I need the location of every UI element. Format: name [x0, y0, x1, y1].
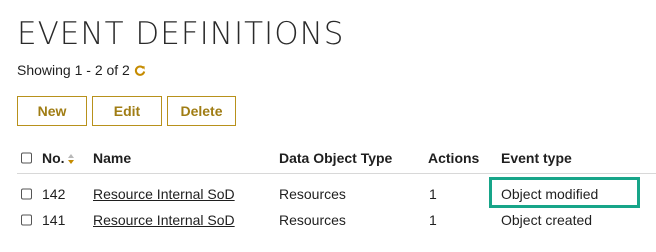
row-number: 141 — [42, 212, 66, 228]
toolbar: New Edit Delete — [17, 96, 236, 126]
column-header-name[interactable]: Name — [93, 150, 131, 166]
row-data-object-type: Resources — [279, 212, 346, 228]
page-title: EVENT DEFINITIONS — [17, 16, 345, 52]
result-count: Showing 1 - 2 of 2 — [17, 62, 146, 78]
row-event-type: Object modified — [501, 186, 599, 202]
delete-button[interactable]: Delete — [167, 96, 236, 126]
row-data-object-type: Resources — [279, 186, 346, 202]
column-header-data-object-type[interactable]: Data Object Type — [279, 150, 392, 166]
row-actions-count: 1 — [429, 212, 437, 228]
row-event-type: Object created — [501, 212, 593, 228]
column-header-no-label: No. — [42, 150, 65, 166]
column-header-event-type[interactable]: Event type — [501, 150, 572, 166]
table-row[interactable]: 141 Resource Internal SoD Resources 1 Ob… — [17, 207, 656, 233]
table-row[interactable]: 142 Resource Internal SoD Resources 1 Ob… — [17, 177, 656, 208]
event-definitions-table: No. Name Data Object Type Actions Event … — [17, 143, 656, 233]
row-name-link[interactable]: Resource Internal SoD — [93, 186, 235, 202]
sort-icon[interactable] — [67, 154, 75, 165]
row-actions-count: 1 — [429, 186, 437, 202]
result-count-text: Showing 1 - 2 of 2 — [17, 62, 130, 78]
table-header: No. Name Data Object Type Actions Event … — [17, 143, 656, 174]
row-checkbox[interactable] — [21, 214, 32, 226]
column-header-no[interactable]: No. — [42, 150, 75, 166]
row-name-link[interactable]: Resource Internal SoD — [93, 212, 235, 228]
column-header-actions[interactable]: Actions — [428, 150, 479, 166]
event-definitions-page: EVENT DEFINITIONS Showing 1 - 2 of 2 New… — [0, 0, 656, 252]
refresh-icon[interactable] — [134, 64, 146, 76]
row-number: 142 — [42, 186, 66, 202]
edit-button[interactable]: Edit — [92, 96, 162, 126]
select-all-checkbox[interactable] — [21, 152, 32, 164]
new-button[interactable]: New — [17, 96, 87, 126]
row-checkbox[interactable] — [21, 188, 32, 200]
